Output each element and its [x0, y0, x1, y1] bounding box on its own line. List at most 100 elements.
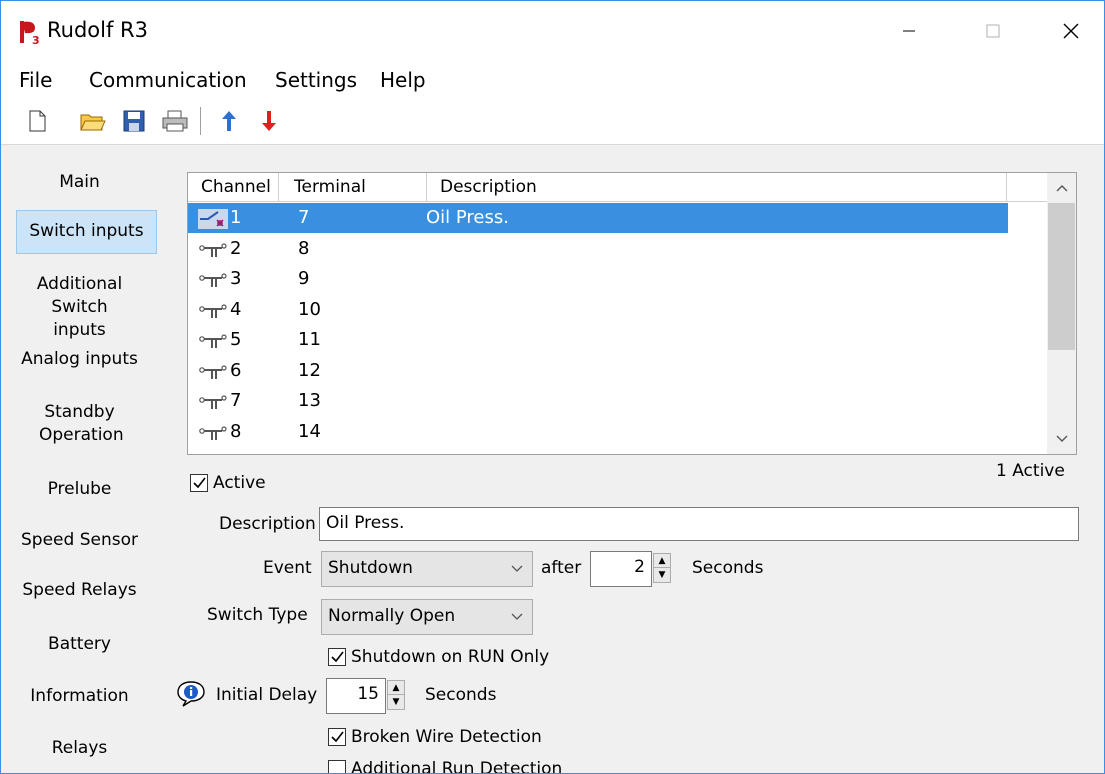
- nav-main[interactable]: Main: [1, 171, 158, 194]
- rudolf-app-icon: 3: [19, 19, 43, 47]
- terminal-cell: 9: [298, 268, 310, 289]
- nav-switch-inputs[interactable]: Switch inputs: [16, 210, 157, 254]
- menu-settings[interactable]: Settings: [271, 66, 361, 94]
- list-scrollbar[interactable]: [1047, 173, 1076, 454]
- switch-contact-icon: [198, 301, 228, 321]
- nav-analog-inputs[interactable]: Analog inputs: [1, 348, 158, 371]
- print-icon[interactable]: [161, 107, 189, 135]
- channel-list[interactable]: Channel Terminal Description 1 7 Oil Press…: [187, 172, 1077, 455]
- spin-up-icon[interactable]: ▲: [654, 554, 670, 568]
- new-file-icon[interactable]: [23, 107, 51, 135]
- toolbar: [1, 99, 1104, 145]
- save-icon[interactable]: [120, 107, 148, 135]
- menu-communication[interactable]: Communication: [85, 66, 251, 94]
- initial-delay-label: Initial Delay: [216, 685, 318, 705]
- broken-wire-label: Broken Wire Detection: [351, 727, 542, 747]
- switch-contact-icon: [198, 392, 228, 412]
- terminal-cell: 11: [298, 329, 321, 350]
- channel-cell: 3: [230, 268, 242, 289]
- nav-speed-relays[interactable]: Speed Relays: [1, 579, 158, 602]
- terminal-cell: 8: [298, 237, 310, 259]
- active-label: Active: [213, 473, 266, 493]
- nav-prelube[interactable]: Prelube: [1, 478, 158, 501]
- table-row[interactable]: 4 10: [188, 295, 1008, 325]
- scroll-up-icon[interactable]: [1047, 175, 1076, 201]
- after-seconds-spinner[interactable]: ▲ ▼: [653, 553, 671, 583]
- table-row[interactable]: 6 12: [188, 356, 1008, 386]
- after-label: after: [541, 558, 582, 578]
- menu-bar: File Communication Settings Help: [1, 61, 1104, 99]
- switch-type-dropdown[interactable]: Normally Open: [321, 599, 533, 635]
- channel-cell: 1: [230, 207, 242, 228]
- active-checkbox[interactable]: [190, 474, 208, 492]
- switch-contact-icon: [198, 362, 228, 382]
- list-header: Channel Terminal Description: [188, 173, 1048, 202]
- description-field[interactable]: Oil Press.: [319, 507, 1079, 541]
- close-button[interactable]: [1036, 1, 1104, 61]
- table-row[interactable]: 28: [188, 234, 1008, 264]
- switch-contact-icon: [198, 423, 228, 443]
- window-title: Rudolf R3: [47, 18, 148, 42]
- event-label: Event: [263, 558, 312, 578]
- broken-wire-checkbox[interactable]: [328, 728, 346, 746]
- spin-down-icon[interactable]: ▼: [388, 695, 404, 709]
- after-seconds-unit: Seconds: [692, 558, 764, 578]
- terminal-cell: 14: [298, 420, 321, 442]
- initial-delay-unit: Seconds: [425, 685, 497, 705]
- scroll-down-icon[interactable]: [1047, 426, 1076, 452]
- nav-speed-sensor[interactable]: Speed Sensor: [1, 529, 158, 552]
- menu-file[interactable]: File: [15, 66, 56, 94]
- title-bar: 3 Rudolf R3: [1, 1, 1104, 61]
- initial-delay-spinner[interactable]: ▲ ▼: [387, 680, 405, 710]
- nav-battery[interactable]: Battery: [1, 633, 158, 656]
- spin-up-icon[interactable]: ▲: [388, 681, 404, 695]
- upload-arrow-icon[interactable]: [215, 107, 243, 135]
- shutdown-on-run-label: Shutdown on RUN Only: [351, 647, 550, 667]
- terminal-cell: 13: [298, 390, 321, 411]
- maximize-button[interactable]: [958, 1, 1028, 61]
- channel-cell: 5: [230, 329, 242, 350]
- info-icon[interactable]: [176, 681, 206, 711]
- column-header-terminal[interactable]: Terminal: [294, 177, 366, 197]
- table-row[interactable]: 5 11: [188, 325, 1008, 355]
- switch-type-value: Normally Open: [328, 606, 456, 626]
- table-row[interactable]: 1 7 Oil Press.: [188, 203, 1008, 233]
- after-seconds-field[interactable]: 2: [590, 551, 652, 587]
- nav-standby-operation[interactable]: Standby Operation: [1, 401, 158, 447]
- nav-additional-switch-inputs[interactable]: Additional Switch inputs: [1, 273, 158, 342]
- description-label: Description: [219, 514, 316, 534]
- minimize-button[interactable]: [874, 1, 944, 61]
- table-row[interactable]: 8 14: [188, 417, 1008, 447]
- chevron-down-icon: [510, 608, 524, 628]
- channel-cell: 7: [230, 390, 242, 411]
- channel-cell: 4: [230, 298, 242, 320]
- chevron-down-icon: [510, 560, 524, 580]
- scrollbar-thumb[interactable]: [1048, 203, 1075, 350]
- switch-contact-icon: [198, 331, 228, 351]
- table-row[interactable]: 39: [188, 264, 1008, 294]
- additional-run-label: Additional Run Detection: [351, 759, 563, 774]
- switch-type-label: Switch Type: [207, 605, 308, 625]
- menu-help[interactable]: Help: [376, 66, 430, 94]
- download-arrow-icon[interactable]: [255, 107, 283, 135]
- terminal-cell: 10: [298, 298, 321, 320]
- event-dropdown[interactable]: Shutdown: [321, 551, 533, 587]
- toolbar-separator: [200, 107, 201, 135]
- terminal-cell: 7: [298, 207, 310, 228]
- column-header-description[interactable]: Description: [440, 177, 537, 197]
- description-cell: Oil Press.: [426, 207, 509, 228]
- svg-text:3: 3: [32, 34, 40, 45]
- shutdown-on-run-checkbox[interactable]: [328, 648, 346, 666]
- spin-down-icon[interactable]: ▼: [654, 568, 670, 582]
- switch-contact-icon: [198, 240, 228, 260]
- initial-delay-field[interactable]: 15: [326, 678, 386, 714]
- active-count: 1 Active: [996, 461, 1065, 481]
- terminal-cell: 12: [298, 359, 321, 381]
- nav-relays[interactable]: Relays: [1, 737, 158, 760]
- open-folder-icon[interactable]: [79, 107, 107, 135]
- additional-run-checkbox[interactable]: [328, 760, 346, 773]
- table-row[interactable]: 7 13: [188, 386, 1008, 416]
- event-value: Shutdown: [328, 558, 413, 578]
- nav-information[interactable]: Information: [1, 685, 158, 708]
- column-header-channel[interactable]: Channel: [201, 177, 271, 197]
